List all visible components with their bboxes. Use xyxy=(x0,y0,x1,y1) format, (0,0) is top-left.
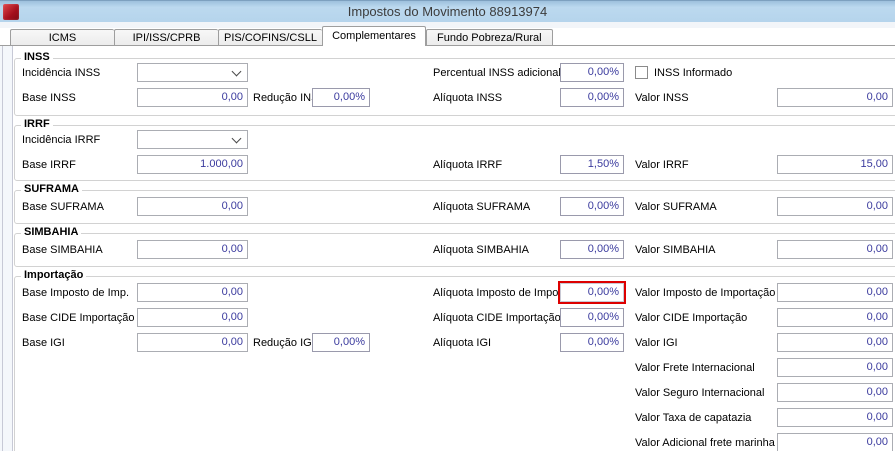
tab-fundo-pobreza-rural[interactable]: Fundo Pobreza/Rural xyxy=(426,29,553,46)
valor-seguro-internacional-field[interactable]: 0,00 xyxy=(777,383,893,402)
aliquota-inss-label: Alíquota INSS xyxy=(433,92,503,104)
incidencia-irrf-select[interactable] xyxy=(137,130,248,149)
aliquota-inss-field[interactable]: 0,00% xyxy=(560,88,624,107)
importacao-afrmm-row: Valor Adicional frete marinha 0,00 xyxy=(0,433,895,451)
importacao-frete-row: Valor Frete Internacional 0,00 xyxy=(0,358,895,378)
base-imposto-imp-label: Base Imposto de Imp. xyxy=(22,287,129,299)
tab-complementares[interactable]: Complementares xyxy=(322,26,426,46)
aliquota-cide-importacao-label: Alíquota CIDE Importação xyxy=(433,312,561,324)
base-igi-field[interactable]: 0,00 xyxy=(137,333,248,352)
tab-icms[interactable]: ICMS xyxy=(10,29,114,46)
incidencia-inss-label: Incidência INSS xyxy=(22,67,101,79)
valor-frete-internacional-label: Valor Frete Internacional xyxy=(635,362,755,374)
base-simbahia-label: Base SIMBAHIA xyxy=(22,244,103,256)
base-suframa-label: Base SUFRAMA xyxy=(22,201,104,213)
valor-imposto-importacao-label: Valor Imposto de Importação xyxy=(635,287,776,299)
base-igi-label: Base IGI xyxy=(22,337,65,349)
reducao-igi-label: Redução IGI xyxy=(253,337,315,349)
inss-informado-checkbox[interactable] xyxy=(635,66,648,79)
importacao-cide-row: Base CIDE Importação 0,00 Alíquota CIDE … xyxy=(0,308,895,328)
aliquota-cide-importacao-field[interactable]: 0,00% xyxy=(560,308,624,327)
irrf-incidencia-row: Incidência IRRF xyxy=(0,130,895,150)
valor-inss-field[interactable]: 0,00 xyxy=(777,88,893,107)
aliquota-irrf-label: Alíquota IRRF xyxy=(433,159,503,171)
valor-frete-internacional-field[interactable]: 0,00 xyxy=(777,358,893,377)
suframa-legend: SUFRAMA xyxy=(21,183,82,195)
valor-adicional-frete-marinha-field[interactable]: 0,00 xyxy=(777,433,893,451)
simbahia-legend: SIMBAHIA xyxy=(21,226,82,238)
base-cide-importacao-label: Base CIDE Importação xyxy=(22,312,135,324)
valor-seguro-internacional-label: Valor Seguro Internacional xyxy=(635,387,765,399)
valor-suframa-label: Valor SUFRAMA xyxy=(635,201,717,213)
valor-cide-importacao-field[interactable]: 0,00 xyxy=(777,308,893,327)
valor-imposto-importacao-field[interactable]: 0,00 xyxy=(777,283,893,302)
aliquota-suframa-label: Alíquota SUFRAMA xyxy=(433,201,531,213)
reducao-inss-field[interactable]: 0,00% xyxy=(312,88,370,107)
incidencia-inss-select[interactable] xyxy=(137,63,248,82)
reducao-igi-field[interactable]: 0,00% xyxy=(312,333,370,352)
valor-taxa-capatazia-label: Valor Taxa de capatazia xyxy=(635,412,752,424)
base-simbahia-field[interactable]: 0,00 xyxy=(137,240,248,259)
inss-incidencia-row: Incidência INSS Percentual INSS adiciona… xyxy=(0,63,895,83)
valor-taxa-capatazia-field[interactable]: 0,00 xyxy=(777,408,893,427)
valor-simbahia-label: Valor SIMBAHIA xyxy=(635,244,716,256)
valor-irrf-label: Valor IRRF xyxy=(635,159,689,171)
base-inss-label: Base INSS xyxy=(22,92,76,104)
irrf-base-row: Base IRRF 1.000,00 Alíquota IRRF 1,50% V… xyxy=(0,155,895,175)
tab-ipi-iss-cprb[interactable]: IPI/ISS/CPRB xyxy=(114,29,218,46)
chevron-down-icon xyxy=(231,66,242,77)
inss-legend: INSS xyxy=(21,51,53,63)
irrf-legend: IRRF xyxy=(21,118,53,130)
incidencia-irrf-label: Incidência IRRF xyxy=(22,134,101,146)
importacao-ii-row: Base Imposto de Imp. 0,00 Alíquota Impos… xyxy=(0,283,895,303)
importacao-legend: Importação xyxy=(21,269,87,281)
percentual-inss-adicional-label: Percentual INSS adicional xyxy=(433,67,561,79)
valor-cide-importacao-label: Valor CIDE Importação xyxy=(635,312,748,324)
title-bar: Impostos do Movimento 88913974 xyxy=(0,0,895,22)
valor-irrf-field[interactable]: 15,00 xyxy=(777,155,893,174)
aliquota-imposto-importacao-field-highlighted[interactable]: 0,00% xyxy=(560,283,624,302)
inss-base-row: Base INSS 0,00 Redução INSS 0,00% Alíquo… xyxy=(0,88,895,108)
importacao-igi-row: Base IGI 0,00 Redução IGI 0,00% Alíquota… xyxy=(0,333,895,353)
base-cide-importacao-field[interactable]: 0,00 xyxy=(137,308,248,327)
inss-informado-label: INSS Informado xyxy=(654,67,733,79)
base-irrf-label: Base IRRF xyxy=(22,159,76,171)
aliquota-igi-field[interactable]: 0,00% xyxy=(560,333,624,352)
valor-inss-label: Valor INSS xyxy=(635,92,689,104)
base-suframa-field[interactable]: 0,00 xyxy=(137,197,248,216)
aliquota-suframa-field[interactable]: 0,00% xyxy=(560,197,624,216)
suframa-row: Base SUFRAMA 0,00 Alíquota SUFRAMA 0,00%… xyxy=(0,197,895,217)
tab-pis-cofins-csll[interactable]: PIS/COFINS/CSLL xyxy=(218,29,322,46)
valor-simbahia-field[interactable]: 0,00 xyxy=(777,240,893,259)
valor-igi-field[interactable]: 0,00 xyxy=(777,333,893,352)
importacao-seguro-row: Valor Seguro Internacional 0,00 xyxy=(0,383,895,403)
aliquota-simbahia-field[interactable]: 0,00% xyxy=(560,240,624,259)
base-imposto-imp-field[interactable]: 0,00 xyxy=(137,283,248,302)
percentual-inss-adicional-field[interactable]: 0,00% xyxy=(560,63,624,82)
window-title: Impostos do Movimento 88913974 xyxy=(347,4,548,19)
chevron-down-icon xyxy=(231,133,242,144)
valor-suframa-field[interactable]: 0,00 xyxy=(777,197,893,216)
aliquota-igi-label: Alíquota IGI xyxy=(433,337,492,349)
aliquota-irrf-field[interactable]: 1,50% xyxy=(560,155,624,174)
aliquota-simbahia-label: Alíquota SIMBAHIA xyxy=(433,244,529,256)
simbahia-row: Base SIMBAHIA 0,00 Alíquota SIMBAHIA 0,0… xyxy=(0,240,895,260)
valor-igi-label: Valor IGI xyxy=(635,337,678,349)
tab-bar: ICMS IPI/ISS/CPRB PIS/COFINS/CSLL Comple… xyxy=(0,26,895,46)
base-irrf-field[interactable]: 1.000,00 xyxy=(137,155,248,174)
valor-adicional-frete-marinha-label: Valor Adicional frete marinha xyxy=(635,437,775,449)
tax-dialog-window: Impostos do Movimento 88913974 ICMS IPI/… xyxy=(0,0,895,451)
importacao-capatazia-row: Valor Taxa de capatazia 0,00 xyxy=(0,408,895,428)
base-inss-field[interactable]: 0,00 xyxy=(137,88,248,107)
